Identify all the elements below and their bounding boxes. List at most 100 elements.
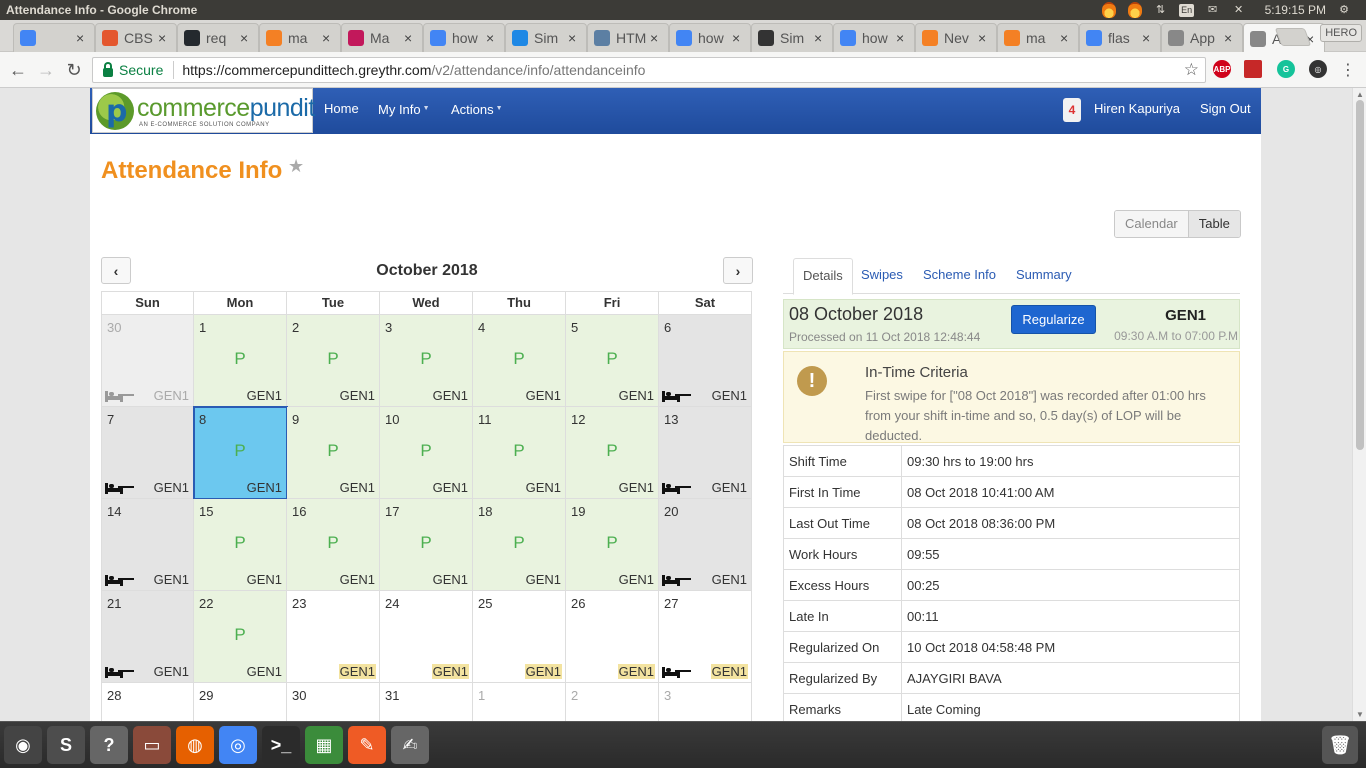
bookmark-star-icon[interactable]: ☆ xyxy=(1184,60,1199,80)
browser-tab[interactable]: how × xyxy=(833,23,915,52)
nav-home[interactable]: Home xyxy=(324,88,359,134)
sign-out-link[interactable]: Sign Out xyxy=(1200,88,1251,134)
close-tab-icon[interactable]: × xyxy=(486,30,498,46)
spreadsheet-icon[interactable]: ▦ xyxy=(305,726,343,764)
close-tab-icon[interactable]: × xyxy=(650,30,662,46)
calendar-day[interactable]: 14 GEN1 xyxy=(101,499,194,591)
next-month-button[interactable]: › xyxy=(723,257,753,284)
calendar-day[interactable]: 18 P GEN1 xyxy=(473,499,566,591)
sublime-text-icon[interactable]: S xyxy=(47,726,85,764)
tab-details[interactable]: Details xyxy=(793,258,853,295)
extension-icon[interactable]: ◎ xyxy=(1309,60,1327,78)
nav-actions[interactable]: Actions ▼ xyxy=(451,88,503,134)
calendar-day[interactable]: 20 GEN1 xyxy=(659,499,752,591)
browser-tab[interactable]: HTM × xyxy=(587,23,669,52)
tab-swipes[interactable]: Swipes xyxy=(852,258,912,294)
tab-summary[interactable]: Summary xyxy=(1007,258,1081,294)
grammarly-icon[interactable]: G xyxy=(1277,60,1295,78)
brand-logo[interactable]: commercepundit AN E-COMMERCE SOLUTION CO… xyxy=(92,88,315,133)
help-icon[interactable]: ? xyxy=(90,726,128,764)
browser-tab[interactable]: ma × xyxy=(259,23,341,52)
browser-tab[interactable]: how × xyxy=(423,23,505,52)
nav-my-info[interactable]: My Info ▼ xyxy=(378,88,430,134)
calendar-day[interactable]: 24 GEN1 xyxy=(380,591,473,683)
calendar-view-button[interactable]: Calendar xyxy=(1115,211,1188,237)
bookmark-extension-icon[interactable] xyxy=(1244,60,1262,78)
browser-tab[interactable]: CBS × xyxy=(95,23,177,52)
chrome-menu-icon[interactable]: ⋮ xyxy=(1336,58,1360,82)
close-tab-icon[interactable]: × xyxy=(1142,30,1154,46)
user-name[interactable]: Hiren Kapuriya xyxy=(1094,88,1180,134)
calendar-day[interactable]: 30 GEN1 xyxy=(101,315,194,407)
postman-icon[interactable]: ✎ xyxy=(348,726,386,764)
settings-gear-icon[interactable]: ⚙ xyxy=(1336,3,1352,17)
text-editor-icon[interactable]: ✍ xyxy=(391,726,429,764)
browser-tab[interactable]: × xyxy=(13,23,95,52)
calendar-day[interactable]: 1 xyxy=(473,683,566,721)
mail-icon[interactable]: ✉ xyxy=(1205,3,1221,17)
browser-tab[interactable]: Sim × xyxy=(505,23,587,52)
terminal-icon[interactable]: >_ xyxy=(262,726,300,764)
calendar-day[interactable]: 12 P GEN1 xyxy=(566,407,659,499)
calendar-day[interactable]: 2 P GEN1 xyxy=(287,315,380,407)
calendar-day[interactable]: 31 xyxy=(380,683,473,721)
close-tab-icon[interactable]: × xyxy=(978,30,990,46)
calendar-day[interactable]: 25 GEN1 xyxy=(473,591,566,683)
calendar-day[interactable]: 15 P GEN1 xyxy=(194,499,287,591)
calendar-day[interactable]: 22 P GEN1 xyxy=(194,591,287,683)
network-transfer-icon[interactable]: ⇅ xyxy=(1153,3,1169,17)
calendar-day[interactable]: 30 xyxy=(287,683,380,721)
calendar-day[interactable]: 9 P GEN1 xyxy=(287,407,380,499)
calendar-day[interactable]: 1 P GEN1 xyxy=(194,315,287,407)
calendar-day[interactable]: 3 P GEN1 xyxy=(380,315,473,407)
calendar-day[interactable]: 28 xyxy=(101,683,194,721)
page-scrollbar[interactable]: ▲ ▼ xyxy=(1352,88,1366,721)
new-tab-button[interactable] xyxy=(1274,28,1312,46)
adblock-icon[interactable]: ABP xyxy=(1213,60,1231,78)
volume-muted-icon[interactable]: ✕ xyxy=(1231,3,1247,17)
calendar-day[interactable]: 7 GEN1 xyxy=(101,407,194,499)
browser-tab[interactable]: Ma × xyxy=(341,23,423,52)
browser-tab[interactable]: ma × xyxy=(997,23,1079,52)
calendar-day[interactable]: 4 P GEN1 xyxy=(473,315,566,407)
close-tab-icon[interactable]: × xyxy=(76,30,88,46)
browser-tab[interactable]: req × xyxy=(177,23,259,52)
calendar-day[interactable]: 21 GEN1 xyxy=(101,591,194,683)
flame-icon[interactable] xyxy=(1127,2,1143,18)
regularize-button[interactable]: Regularize xyxy=(1011,305,1096,334)
trash-icon[interactable]: 🗑 xyxy=(1322,726,1358,764)
back-arrow-icon[interactable]: ← xyxy=(6,58,30,82)
clock[interactable]: 5:19:15 PM xyxy=(1265,0,1326,20)
close-tab-icon[interactable]: × xyxy=(240,30,252,46)
browser-tab[interactable]: Sim × xyxy=(751,23,833,52)
tab-scheme-info[interactable]: Scheme Info xyxy=(914,258,1005,294)
browser-tab[interactable]: how × xyxy=(669,23,751,52)
file-manager-icon[interactable]: ▭ xyxy=(133,726,171,764)
browser-tab[interactable]: Nev × xyxy=(915,23,997,52)
close-tab-icon[interactable]: × xyxy=(404,30,416,46)
close-tab-icon[interactable]: × xyxy=(732,30,744,46)
close-tab-icon[interactable]: × xyxy=(568,30,580,46)
calendar-day[interactable]: 19 P GEN1 xyxy=(566,499,659,591)
close-tab-icon[interactable]: × xyxy=(1060,30,1072,46)
calendar-day[interactable]: 10 P GEN1 xyxy=(380,407,473,499)
address-bar[interactable]: Secure https://commercepundittech.greyth… xyxy=(92,57,1206,83)
calendar-day[interactable]: 16 P GEN1 xyxy=(287,499,380,591)
browser-tab[interactable]: App × xyxy=(1161,23,1243,52)
favorite-star-icon[interactable]: ★ xyxy=(288,156,304,177)
reload-icon[interactable]: ↻ xyxy=(62,58,86,82)
calendar-day[interactable]: 17 P GEN1 xyxy=(380,499,473,591)
calendar-day[interactable]: 26 GEN1 xyxy=(566,591,659,683)
scrollbar-thumb[interactable] xyxy=(1356,100,1364,450)
calendar-day[interactable]: 3 xyxy=(659,683,752,721)
flame-icon[interactable] xyxy=(1101,2,1117,18)
calendar-day[interactable]: 11 P GEN1 xyxy=(473,407,566,499)
ubuntu-dash-icon[interactable]: ◉ xyxy=(4,726,42,764)
calendar-day[interactable]: 27 GEN1 xyxy=(659,591,752,683)
firefox-icon[interactable]: ◍ xyxy=(176,726,214,764)
close-tab-icon[interactable]: × xyxy=(1224,30,1236,46)
table-view-button[interactable]: Table xyxy=(1187,211,1240,237)
calendar-day[interactable]: 5 P GEN1 xyxy=(566,315,659,407)
calendar-day[interactable]: 6 GEN1 xyxy=(659,315,752,407)
calendar-day-selected[interactable]: 8 P GEN1 xyxy=(193,406,288,500)
